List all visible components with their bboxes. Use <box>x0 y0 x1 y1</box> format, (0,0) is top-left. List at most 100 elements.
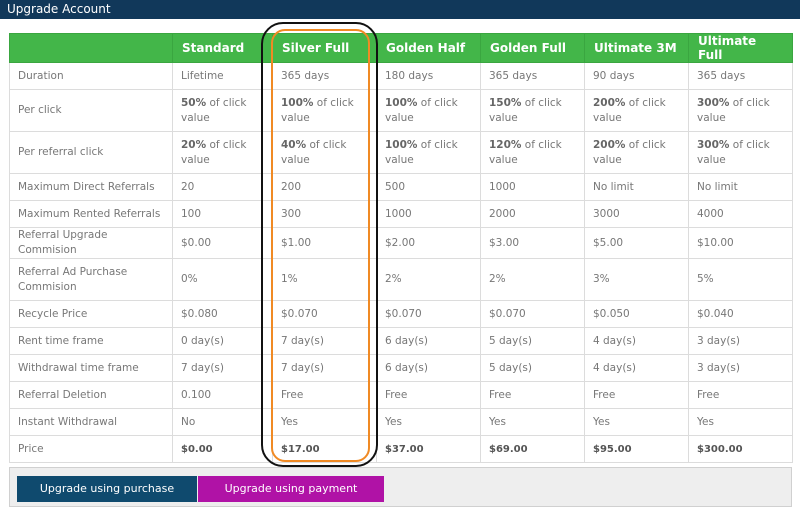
cell-silver-full: Free <box>272 381 377 409</box>
cell-silver-full: 7 day(s) <box>272 327 377 355</box>
cell-ultimate-full: 300% of click value <box>688 89 793 132</box>
cell-standard: 20 <box>172 173 273 201</box>
column-header-ultimate-3m: Ultimate 3M <box>584 33 689 63</box>
cell-ultimate-3m: 3000 <box>584 200 689 228</box>
row-label: Withdrawal time frame <box>9 354 173 382</box>
cell-golden-half: 500 <box>376 173 481 201</box>
cell-ultimate-3m: $5.00 <box>584 227 689 259</box>
cell-golden-full: Free <box>480 381 585 409</box>
cell-value-bold: 200% <box>593 96 626 109</box>
column-header-golden-half: Golden Half <box>376 33 481 63</box>
cell-golden-full: $0.070 <box>480 300 585 328</box>
cell-golden-full: 120% of click value <box>480 131 585 174</box>
row-label: Instant Withdrawal <box>9 408 173 436</box>
cell-ultimate-3m: 200% of click value <box>584 89 689 132</box>
cell-golden-full: 365 days <box>480 62 585 90</box>
row-label: Duration <box>9 62 173 90</box>
cell-ultimate-full: 4000 <box>688 200 793 228</box>
cell-silver-full: $0.070 <box>272 300 377 328</box>
row-label: Maximum Rented Referrals <box>9 200 173 228</box>
column-header-label <box>9 33 173 63</box>
row-label: Referral Upgrade Commision <box>9 227 173 259</box>
cell-silver-full: 365 days <box>272 62 377 90</box>
upgrade-purchase-balance-button[interactable]: Upgrade using purchase balance <box>17 476 197 509</box>
table-row: Maximum Direct Referrals 20 200 500 1000 No l… <box>9 173 793 201</box>
cell-golden-full: 2000 <box>480 200 585 228</box>
cell-ultimate-full: Free <box>688 381 793 409</box>
table-row: Price $0.00 $17.00 $37.00 $69.00 $95.00 $300.0… <box>9 435 793 463</box>
cell-standard: 0% <box>172 258 273 301</box>
cell-golden-half: 180 days <box>376 62 481 90</box>
cell-golden-half: 1000 <box>376 200 481 228</box>
column-header-standard: Standard <box>172 33 273 63</box>
cell-golden-full: $3.00 <box>480 227 585 259</box>
cell-ultimate-3m: 4 day(s) <box>584 354 689 382</box>
cell-ultimate-full: 3 day(s) <box>688 354 793 382</box>
cell-standard: Lifetime <box>172 62 273 90</box>
cell-silver-full: 40% of click value <box>272 131 377 174</box>
cell-golden-half: $2.00 <box>376 227 481 259</box>
cell-standard: 0 day(s) <box>172 327 273 355</box>
cell-golden-half: 6 day(s) <box>376 327 481 355</box>
cell-ultimate-3m: No limit <box>584 173 689 201</box>
cell-standard: $0.00 <box>172 435 273 463</box>
cell-ultimate-full: 3 day(s) <box>688 327 793 355</box>
cell-golden-full: 2% <box>480 258 585 301</box>
cell-ultimate-3m: 3% <box>584 258 689 301</box>
cell-standard: 7 day(s) <box>172 354 273 382</box>
cell-silver-full: 1% <box>272 258 377 301</box>
cell-golden-half: $0.070 <box>376 300 481 328</box>
cell-golden-full: 5 day(s) <box>480 354 585 382</box>
cell-silver-full: 300 <box>272 200 377 228</box>
row-label: Recycle Price <box>9 300 173 328</box>
cell-value-bold: 200% <box>593 138 626 151</box>
plans-comparison-table: Standard Silver Full Golden Half Golden … <box>9 33 793 463</box>
table-row: Referral Ad Purchase Commision 0% 1% 2% 2% 3%… <box>9 258 793 301</box>
cell-golden-full: 5 day(s) <box>480 327 585 355</box>
cell-ultimate-3m: 4 day(s) <box>584 327 689 355</box>
cell-golden-half: $37.00 <box>376 435 481 463</box>
column-header-silver-full: Silver Full <box>272 33 377 63</box>
cell-standard: 0.100 <box>172 381 273 409</box>
table-row: Referral Upgrade Commision $0.00 $1.00 $2.0… <box>9 227 793 259</box>
row-label: Referral Ad Purchase Commision <box>9 258 173 301</box>
table-row: Recycle Price $0.080 $0.070 $0.070 $0.070 $0.… <box>9 300 793 328</box>
cell-silver-full: 7 day(s) <box>272 354 377 382</box>
cell-golden-full: $69.00 <box>480 435 585 463</box>
cell-golden-full: 150% of click value <box>480 89 585 132</box>
cell-value-bold: 100% <box>385 138 418 151</box>
cell-silver-full: 100% of click value <box>272 89 377 132</box>
window-title: Upgrade Account <box>0 0 800 19</box>
cell-value-bold: 300% <box>697 96 730 109</box>
row-label: Rent time frame <box>9 327 173 355</box>
cell-ultimate-3m: Yes <box>584 408 689 436</box>
upgrade-payment-gateways-button[interactable]: Upgrade using payment gateways <box>198 476 384 509</box>
cell-golden-half: 6 day(s) <box>376 354 481 382</box>
cell-golden-full: Yes <box>480 408 585 436</box>
cell-value-bold: 300% <box>697 138 730 151</box>
cell-silver-full: $1.00 <box>272 227 377 259</box>
cell-standard: $0.00 <box>172 227 273 259</box>
cell-value-bold: 120% <box>489 138 522 151</box>
table-row: Rent time frame 0 day(s) 7 day(s) 6 day(s) 5… <box>9 327 793 355</box>
row-label: Price <box>9 435 173 463</box>
table-row: Per referral click 20% of click value 40% … <box>9 131 793 174</box>
cell-ultimate-full: No limit <box>688 173 793 201</box>
action-bar: Upgrade using purchase balance Upgrade u… <box>9 467 792 509</box>
cell-standard: 100 <box>172 200 273 228</box>
cell-golden-half: 100% of click value <box>376 131 481 174</box>
cell-value-bold: 150% <box>489 96 522 109</box>
table-row: Maximum Rented Referrals 100 300 1000 2000 30… <box>9 200 793 228</box>
cell-ultimate-full: $0.040 <box>688 300 793 328</box>
cell-golden-half: 100% of click value <box>376 89 481 132</box>
cell-value-bold: 40% <box>281 138 307 151</box>
cell-ultimate-full: Yes <box>688 408 793 436</box>
cell-value-bold: 50% <box>181 96 207 109</box>
cell-standard: 50% of click value <box>172 89 273 132</box>
cell-golden-full: 1000 <box>480 173 585 201</box>
cell-standard: 20% of click value <box>172 131 273 174</box>
column-header-ultimate-full: Ultimate Full <box>688 33 793 63</box>
cell-golden-half: 2% <box>376 258 481 301</box>
cell-silver-full: Yes <box>272 408 377 436</box>
cell-ultimate-full: 5% <box>688 258 793 301</box>
